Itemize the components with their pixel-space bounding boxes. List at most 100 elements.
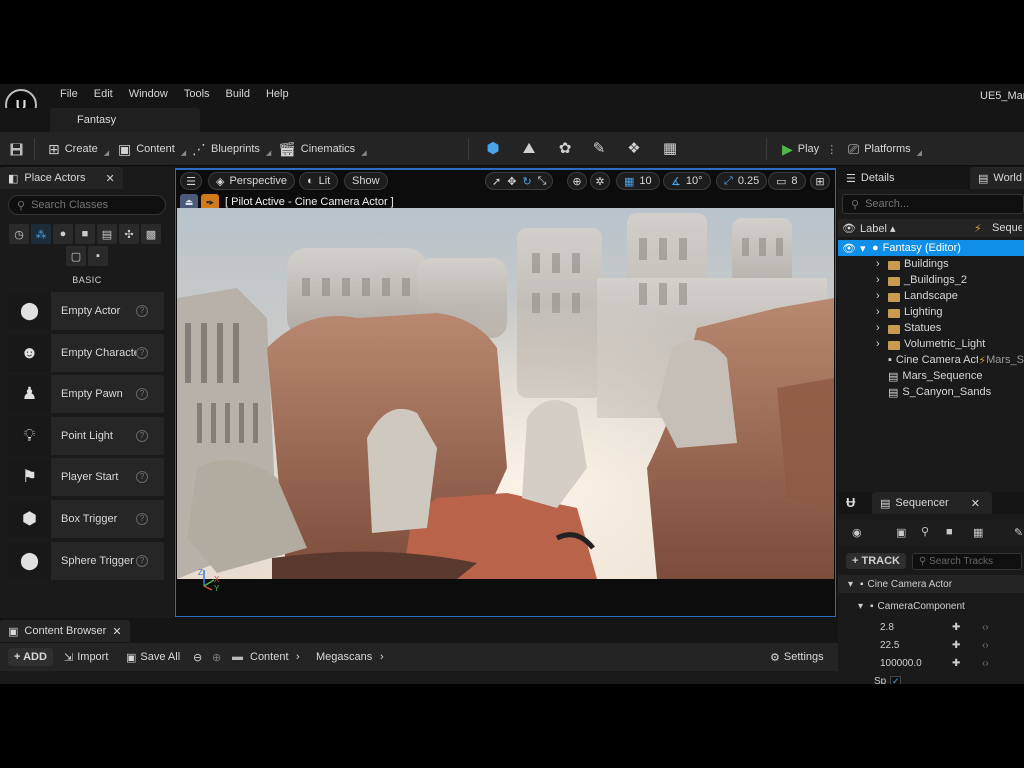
search-classes-field[interactable]: ⚲ xyxy=(8,195,166,215)
property-value[interactable]: 2.8 xyxy=(880,622,952,633)
label-column[interactable]: Label ▴ xyxy=(860,222,974,235)
menu-help[interactable]: Help xyxy=(258,88,297,100)
chevron-right-icon[interactable]: › xyxy=(876,338,888,350)
select-tool-icon[interactable]: ➚ xyxy=(492,175,501,188)
play-button[interactable]: ▶ Play ⋮ xyxy=(782,132,837,166)
history-back-button[interactable]: ⊖ xyxy=(193,643,202,671)
actor-item-empty-actor[interactable]: ⬤ Empty Actor ? xyxy=(8,292,164,330)
actor-item-player-start[interactable]: ⚑ Player Start ? xyxy=(8,458,164,497)
outliner-item-lighting[interactable]: › Lighting xyxy=(838,304,1024,320)
settings-wrench-icon[interactable]: ✎ xyxy=(1014,526,1023,539)
info-icon[interactable]: ? xyxy=(136,429,148,442)
keyframe-nav-icon[interactable]: ‹› xyxy=(982,658,989,669)
select-mode-icon[interactable]: ⬢ xyxy=(484,140,502,158)
foliage-mode-icon[interactable]: ✿ xyxy=(556,140,574,158)
place-actors-tab[interactable]: ◧ Place Actors ✕ xyxy=(0,167,123,189)
rotation-snap-button[interactable]: ∡ 10° xyxy=(663,172,711,190)
save-all-button[interactable]: ▣ Save All xyxy=(126,643,180,671)
tab-sequencer[interactable]: ▤ Sequencer ✕ xyxy=(872,492,992,514)
save-icon[interactable]: ▣ xyxy=(896,526,906,539)
chevron-right-icon[interactable]: › xyxy=(876,258,888,270)
visibility-eye-icon[interactable]: 👁︎ xyxy=(838,242,860,255)
menu-edit[interactable]: Edit xyxy=(86,88,121,100)
landscape-mode-icon[interactable]: ⛰︎ xyxy=(520,140,538,158)
outliner-search-field[interactable]: ⚲ xyxy=(842,194,1024,214)
basic-category-icon[interactable]: ⁂ xyxy=(31,224,51,244)
info-icon[interactable]: ? xyxy=(136,305,148,317)
close-icon[interactable]: ✕ xyxy=(106,172,115,185)
track-camera-component[interactable]: ▾ ▪ CameraComponent xyxy=(838,597,1024,615)
track-property-row[interactable]: 2.8 ✚ ‹› xyxy=(838,618,1024,636)
info-icon[interactable]: ? xyxy=(136,471,148,484)
show-button[interactable]: Show xyxy=(344,172,388,190)
cinematic-category-icon[interactable]: ▤ xyxy=(97,224,117,244)
add-button[interactable]: + ADD xyxy=(8,643,53,671)
actor-item-sphere-trigger[interactable]: ⬤ Sphere Trigger ? xyxy=(8,541,164,580)
scale-snap-button[interactable]: ⤢ 0.25 xyxy=(716,172,768,190)
cinematics-button[interactable]: 🎬︎ Cinematics ◢ xyxy=(278,132,367,166)
save-button[interactable] xyxy=(10,132,23,166)
chevron-down-icon[interactable]: ▾ xyxy=(848,579,860,590)
chevron-right-icon[interactable]: › xyxy=(876,290,888,302)
shapes-category-icon[interactable]: ■ xyxy=(75,224,95,244)
chevron-right-icon[interactable]: › xyxy=(876,306,888,318)
scale-tool-icon[interactable]: ⤡ xyxy=(538,175,547,188)
play-options-icon[interactable]: ⋮ xyxy=(826,143,837,156)
grid-snap-button[interactable]: ▦ 10 xyxy=(616,172,660,190)
import-button[interactable]: ⇲ Import xyxy=(64,643,108,671)
lit-button[interactable]: ◐ Lit xyxy=(299,172,339,190)
track-cine-camera-actor[interactable]: ▾ ▪ Cine Camera Actor xyxy=(838,575,1024,593)
camera-speed-button[interactable]: ▭ 8 xyxy=(768,172,806,190)
settings-button[interactable]: ⚙ Settings xyxy=(770,643,824,671)
info-icon[interactable]: ? xyxy=(136,512,148,525)
actor-item-box-trigger[interactable]: ⬢ Box Trigger ? xyxy=(8,499,164,538)
outliner-item-fantasy[interactable]: 👁︎ ▾ ● Fantasy (Editor) xyxy=(838,240,1024,256)
lights-category-icon[interactable]: ● xyxy=(53,224,73,244)
chevron-right-icon[interactable]: › xyxy=(876,274,888,286)
translate-tool-icon[interactable]: ✥ xyxy=(507,175,516,188)
render-movie-icon[interactable]: ▦ xyxy=(973,526,983,539)
chevron-down-icon[interactable]: ▾ xyxy=(860,242,872,255)
add-track-button[interactable]: + TRACK xyxy=(846,553,906,569)
level-tab-fantasy[interactable]: Fantasy xyxy=(50,108,200,132)
checkbox-checked[interactable]: ✓ xyxy=(890,675,902,684)
level-viewport[interactable]: ☰ ◈ Perspective ◐ Lit Show ➚ ✥ ↻ ⤡ ⊕ ✲ ▦ 10… xyxy=(175,168,836,617)
mesh-paint-mode-icon[interactable]: ✎ xyxy=(590,140,608,158)
camera-icon[interactable]: ■ xyxy=(946,526,953,538)
menu-tools[interactable]: Tools xyxy=(176,88,218,100)
track-property-row[interactable]: 100000.0 ✚ ‹› xyxy=(838,654,1024,672)
maximize-viewport-icon[interactable]: ⊞ xyxy=(810,172,830,190)
add-key-icon[interactable]: ✚ xyxy=(952,658,982,669)
rotate-tool-icon[interactable]: ↻ xyxy=(522,175,531,188)
visibility-column-icon[interactable]: 👁︎ xyxy=(838,222,860,235)
search-icon[interactable]: ⚲ xyxy=(921,525,929,538)
keyframe-nav-icon[interactable]: ‹› xyxy=(982,640,989,651)
outliner-item-canyon-sands[interactable]: ▤ S_Canyon_Sands xyxy=(838,384,1024,400)
breadcrumb-content[interactable]: ▬ Content xyxy=(232,643,289,671)
custom-category-icon[interactable]: ▪ xyxy=(88,246,108,266)
breadcrumb-megascans[interactable]: Megascans xyxy=(316,643,372,671)
info-icon[interactable]: ? xyxy=(136,388,148,401)
viewport-menu-icon[interactable]: ☰ xyxy=(180,172,202,190)
chevron-down-icon[interactable]: ▾ xyxy=(858,601,870,612)
actor-item-point-light[interactable]: 💡︎ Point Light ? xyxy=(8,416,164,455)
sequence-column[interactable]: Sequence xyxy=(992,222,1022,234)
track-property-row[interactable]: 22.5 ✚ ‹› xyxy=(838,636,1024,654)
all-classes-category-icon[interactable]: ▢ xyxy=(66,246,86,266)
add-key-icon[interactable]: ✚ xyxy=(952,640,982,651)
outliner-item-landscape[interactable]: › Landscape xyxy=(838,288,1024,304)
fracture-mode-icon[interactable]: ❖ xyxy=(625,140,643,158)
platforms-button[interactable]: ⎚ Platforms ◢ xyxy=(848,132,922,166)
outliner-item-buildings-2[interactable]: › _Buildings_2 xyxy=(838,272,1024,288)
recent-icon[interactable]: ◷ xyxy=(9,224,29,244)
add-key-icon[interactable]: ✚ xyxy=(952,622,982,633)
search-tracks-field[interactable]: ⚲ Search Tracks xyxy=(911,552,1022,570)
close-icon[interactable]: ✕ xyxy=(112,625,121,638)
property-value[interactable]: 22.5 xyxy=(880,640,952,651)
actor-item-empty-pawn[interactable]: ♟ Empty Pawn ? xyxy=(8,375,164,414)
info-icon[interactable]: ? xyxy=(136,346,148,359)
tab-details[interactable]: ☰ Details xyxy=(838,167,903,189)
perspective-button[interactable]: ◈ Perspective xyxy=(208,172,295,190)
modeling-mode-icon[interactable]: ▦ xyxy=(661,140,679,158)
volumes-category-icon[interactable]: ▩ xyxy=(141,224,161,244)
